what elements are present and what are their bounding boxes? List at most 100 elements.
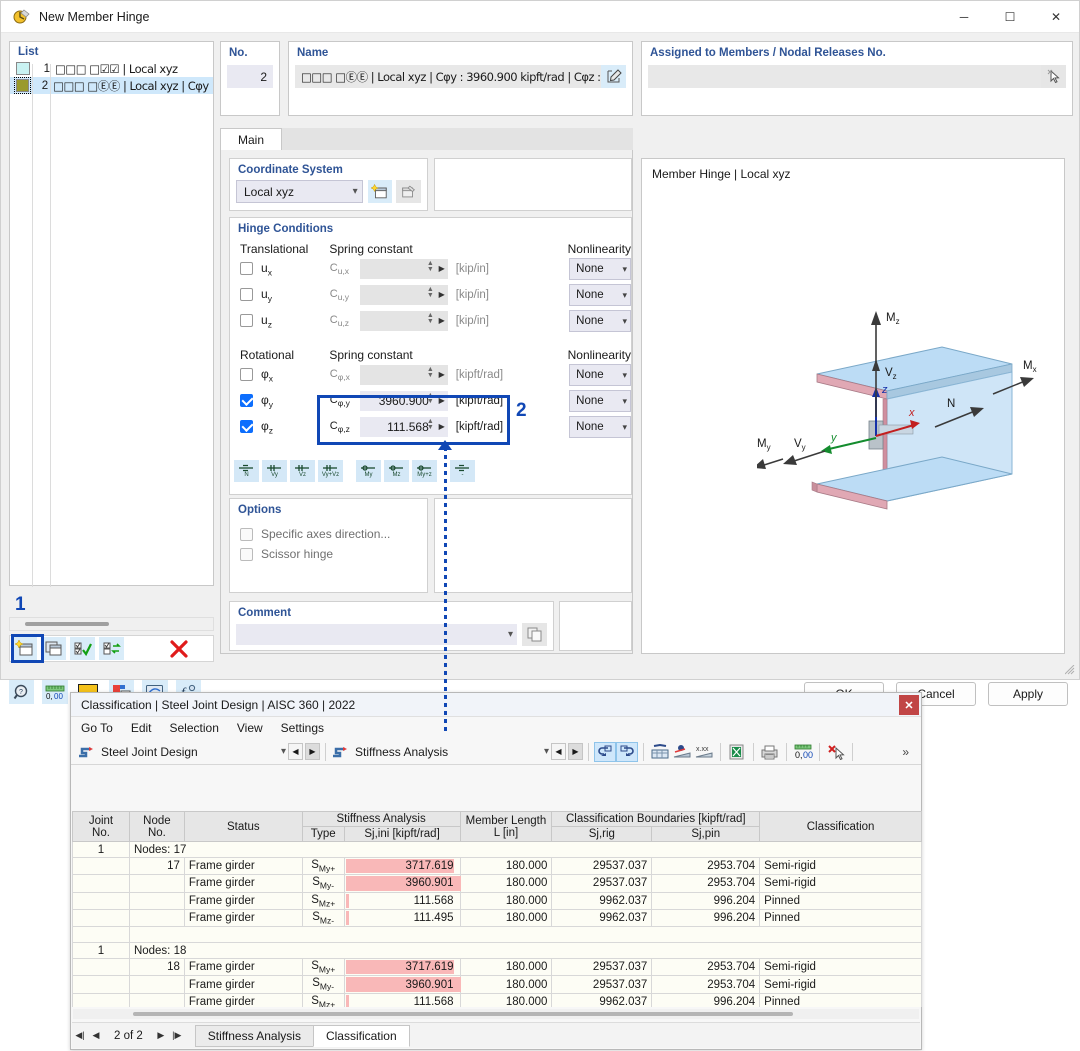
hinge-preset-none[interactable]: - [450, 460, 475, 482]
expand-arrow-icon[interactable]: ▶ [439, 264, 445, 273]
redo-arrow-icon[interactable] [616, 741, 638, 762]
view-filter-icon[interactable] [671, 742, 693, 762]
hinge-list-panel[interactable]: List 1 □□□ □☑☑ | Local xyz 2 □□□ □ⒺⒺ | L… [9, 41, 214, 587]
list-item[interactable]: 1 □□□ □☑☑ | Local xyz [10, 60, 213, 77]
next-analysis-button[interactable]: ▶ [568, 743, 583, 760]
table-group-row[interactable]: 1 Nodes: 17 [72, 841, 922, 858]
deselect-icon[interactable] [825, 742, 847, 762]
resize-grip[interactable] [1065, 665, 1075, 675]
menu-view[interactable]: View [237, 721, 263, 735]
checkbox-phiz[interactable] [240, 420, 253, 434]
checkbox-specific-axes[interactable] [240, 527, 253, 541]
next-page-button[interactable]: ▶ [153, 1030, 169, 1041]
tab-classification[interactable]: Classification [312, 1024, 410, 1047]
tab-main[interactable]: Main [220, 128, 283, 150]
expand-arrow-icon[interactable]: ▶ [439, 290, 445, 299]
pencil-edit-icon[interactable] [601, 65, 626, 88]
spinner-arrows-icon[interactable]: ▲ ▼ [427, 418, 434, 431]
spinner-arrows-icon[interactable]: ▲ ▼ [427, 366, 434, 379]
minimize-button[interactable]: ─ [941, 1, 987, 33]
checkbox-phiy[interactable] [240, 394, 253, 408]
coordinate-system-select[interactable]: Local xyz ▾ [236, 180, 363, 203]
chevron-down-icon[interactable]: ▾ [281, 746, 286, 757]
hinge-preset-n[interactable]: N [234, 460, 259, 482]
number-value[interactable]: 2 [227, 65, 273, 88]
table-row[interactable]: Frame girder SMy- 3960.901 180.000 29537.037… [72, 975, 922, 994]
hinge-preset-vz[interactable]: Vz [290, 460, 315, 482]
nonlinearity-select-ux[interactable]: None ▾ [569, 258, 631, 280]
nonlinearity-select-phiy[interactable]: None ▾ [569, 390, 631, 412]
hinge-preset-mz[interactable]: Mz [384, 460, 409, 482]
classification-table[interactable]: Joint No. Node No. Status Stiffness Analys… [72, 811, 922, 1007]
table-settings-icon[interactable] [649, 742, 671, 762]
table-row[interactable]: Frame girder SMz- 111.495 180.000 9962.037 99… [72, 908, 922, 928]
spinner-arrows-icon[interactable]: ▲ ▼ [427, 286, 434, 299]
comment-input[interactable]: ▾ [236, 624, 517, 645]
checkbox-uz[interactable] [240, 314, 253, 328]
expand-arrow-icon[interactable]: ▶ [439, 422, 445, 431]
expand-arrow-icon[interactable]: ▶ [439, 370, 445, 379]
table-row[interactable]: Frame girder SMz+ 111.568 180.000 9962.037 99… [72, 891, 922, 910]
table-row[interactable]: 17 Frame girder SMy+ 3717.619 180.000 29537.0… [72, 856, 922, 876]
expand-arrow-icon[interactable]: ▶ [439, 396, 445, 405]
prev-analysis-button[interactable]: ◀ [551, 743, 566, 760]
classification-close-button[interactable]: ✕ [899, 695, 919, 715]
checkbox-phix[interactable] [240, 368, 253, 382]
nonlinearity-select-uz[interactable]: None ▾ [569, 310, 631, 332]
toolbar-overflow-button[interactable]: » [902, 745, 909, 759]
units-icon[interactable]: 0, 00 [792, 742, 814, 762]
new-hinge-button[interactable] [12, 637, 37, 660]
nonlinearity-select-phiz[interactable]: None ▾ [569, 416, 631, 438]
delete-hinge-button[interactable] [166, 637, 191, 660]
table-group-row[interactable]: 1 Nodes: 18 [72, 942, 922, 960]
hinge-preset-mymz[interactable]: My+z [412, 460, 437, 482]
decimal-places-icon[interactable]: x.xx [693, 742, 715, 762]
hinge-preset-vyvz[interactable]: Vy+Vz [318, 460, 343, 482]
spring-input-phiz[interactable]: 111.568 ▲ ▼ ▶ [359, 417, 448, 437]
help-button[interactable]: ? [9, 680, 35, 704]
last-page-button[interactable]: |▶ [169, 1030, 185, 1041]
checkbox-ux[interactable] [240, 262, 253, 276]
option-scissor-hinge[interactable]: Scissor hinge [240, 544, 427, 564]
option-specific-axes[interactable]: Specific axes direction... [240, 524, 427, 544]
menu-selection[interactable]: Selection [170, 721, 219, 735]
maximize-button[interactable]: ☐ [987, 1, 1033, 33]
prev-page-button[interactable]: ◀ [88, 1030, 104, 1041]
expand-arrow-icon[interactable]: ▶ [439, 316, 445, 325]
checkbox-scissor-hinge[interactable] [240, 547, 253, 561]
units-button[interactable]: 0, 00 [42, 680, 68, 704]
menu-goto[interactable]: Go To [81, 721, 113, 735]
nonlinearity-select-phix[interactable]: None ▾ [569, 364, 631, 386]
menu-edit[interactable]: Edit [131, 721, 152, 735]
list-item[interactable]: 2 □□□ □ⒺⒺ | Local xyz | Cφy : 3 [10, 77, 213, 94]
chevron-down-icon[interactable]: ▾ [508, 629, 513, 640]
spinner-arrows-icon[interactable]: ▲ ▼ [427, 260, 434, 273]
copy-icon[interactable] [522, 623, 547, 646]
export-excel-icon[interactable] [726, 742, 748, 762]
list-scrollbar-thumb[interactable] [25, 622, 109, 626]
undo-arrow-icon[interactable] [594, 741, 616, 762]
prev-module-button[interactable]: ◀ [288, 743, 303, 760]
pick-cursor-icon[interactable] [1041, 65, 1066, 88]
checkbox-uy[interactable] [240, 288, 253, 302]
table-row[interactable]: Frame girder SMz+ 111.568 180.000 9962.037 99… [72, 992, 922, 1007]
copy-hinge-button[interactable] [41, 637, 66, 660]
apply-button[interactable]: Apply [988, 682, 1068, 706]
spring-input-uy[interactable]: ▲ ▼ ▶ [359, 285, 448, 305]
tab-stiffness-analysis[interactable]: Stiffness Analysis [194, 1024, 314, 1047]
spring-input-ux[interactable]: ▲ ▼ ▶ [359, 259, 448, 279]
assigned-value[interactable] [648, 65, 1041, 88]
spring-input-uz[interactable]: ▲ ▼ ▶ [359, 311, 448, 331]
analysis-combo[interactable]: Stiffness Analysis ▾ [331, 741, 549, 763]
spring-input-phix[interactable]: ▲ ▼ ▶ [359, 365, 448, 385]
printer-icon[interactable] [759, 742, 781, 762]
first-page-button[interactable]: ◀| [72, 1030, 88, 1041]
table-horizontal-scrollbar[interactable] [73, 1009, 919, 1019]
close-button[interactable]: ✕ [1033, 1, 1079, 33]
hinge-preset-my[interactable]: My [356, 460, 381, 482]
new-item-icon[interactable] [367, 180, 393, 203]
edit-item-icon[interactable] [396, 180, 422, 203]
next-module-button[interactable]: ▶ [305, 743, 320, 760]
table-row[interactable]: Frame girder SMy- 3960.901 180.000 29537.037… [72, 874, 922, 893]
design-module-combo[interactable]: Steel Joint Design ▾ [71, 741, 286, 763]
